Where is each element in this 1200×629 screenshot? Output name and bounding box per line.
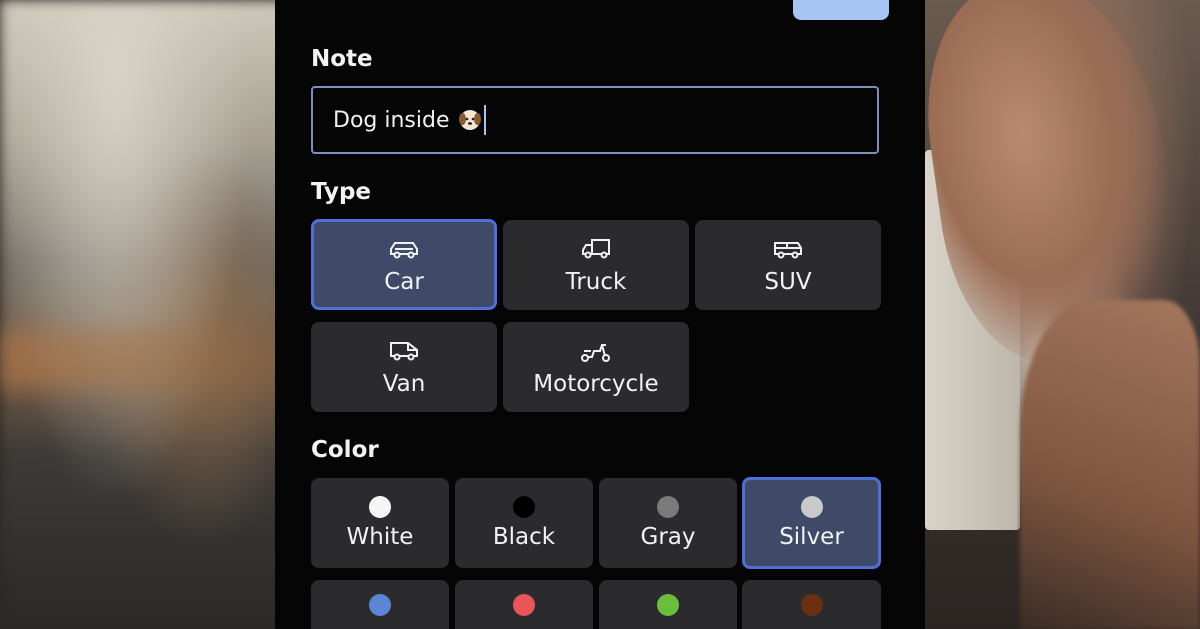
type-option-truck[interactable]: Truck [503, 220, 689, 310]
blue-swatch-icon [369, 594, 391, 616]
background-arm [1020, 300, 1200, 629]
color-option-silver[interactable]: Silver [742, 477, 881, 569]
type-option-car[interactable]: Car [311, 219, 497, 310]
type-option-van-label: Van [382, 371, 426, 397]
note-label: Note [311, 46, 373, 72]
white-swatch-icon [369, 496, 391, 518]
background-photo-left [0, 0, 290, 629]
app-panel: Note Dog inside Type Car Truck SUV Van M… [275, 0, 925, 629]
type-option-truck-label: Truck [565, 269, 627, 295]
truck-icon [582, 239, 610, 259]
scooter-icon [581, 344, 610, 362]
top-action-button[interactable] [793, 0, 889, 20]
dog-face-icon [458, 110, 481, 130]
color-option-blue[interactable] [311, 580, 449, 629]
text-caret [483, 105, 486, 135]
type-option-car-label: Car [384, 268, 424, 295]
note-input[interactable]: Dog inside [311, 86, 879, 154]
note-input-value: Dog inside [333, 107, 450, 133]
silver-swatch-icon [800, 496, 823, 518]
screen: Note Dog inside Type Car Truck SUV Van M… [0, 0, 1200, 629]
brown-swatch-icon [800, 594, 823, 616]
black-swatch-icon [513, 496, 535, 518]
car-icon [390, 241, 418, 258]
red-swatch-icon [513, 594, 535, 616]
color-option-white[interactable]: White [311, 478, 449, 568]
color-option-gray[interactable]: Gray [599, 478, 737, 568]
suv-icon [774, 242, 802, 259]
type-option-suv-label: SUV [764, 269, 812, 295]
type-label: Type [311, 179, 372, 205]
type-option-van[interactable]: Van [311, 322, 497, 412]
green-swatch-icon [657, 594, 679, 616]
type-option-motorcycle-label: Motorcycle [533, 371, 659, 397]
type-option-motorcycle[interactable]: Motorcycle [503, 322, 689, 412]
color-option-white-label: White [346, 524, 414, 550]
gray-swatch-icon [657, 496, 679, 518]
color-option-gray-label: Gray [640, 524, 696, 550]
van-icon [390, 342, 418, 361]
color-label: Color [311, 437, 379, 463]
background-blur-streak [0, 330, 290, 390]
type-option-suv[interactable]: SUV [695, 220, 881, 310]
color-option-red[interactable] [455, 580, 593, 629]
color-option-black-label: Black [492, 524, 556, 550]
color-option-silver-label: Silver [779, 524, 844, 550]
color-option-brown[interactable] [742, 580, 881, 629]
color-option-green[interactable] [599, 580, 737, 629]
color-option-black[interactable]: Black [455, 478, 593, 568]
